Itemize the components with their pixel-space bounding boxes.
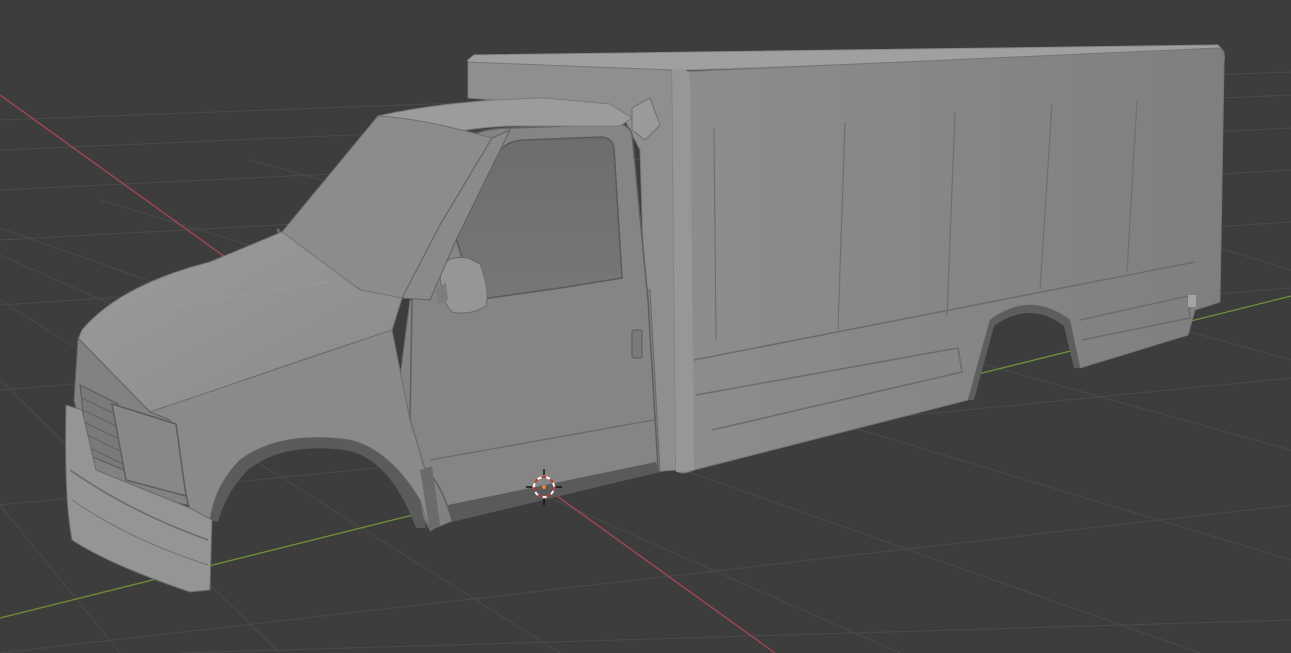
truck-mesh[interactable] — [65, 44, 1226, 593]
door-handle — [631, 329, 643, 359]
3d-viewport[interactable] — [0, 0, 1291, 653]
box-side — [675, 47, 1225, 474]
viewport-canvas[interactable] — [0, 0, 1291, 653]
rear-marker-light — [1188, 295, 1196, 307]
